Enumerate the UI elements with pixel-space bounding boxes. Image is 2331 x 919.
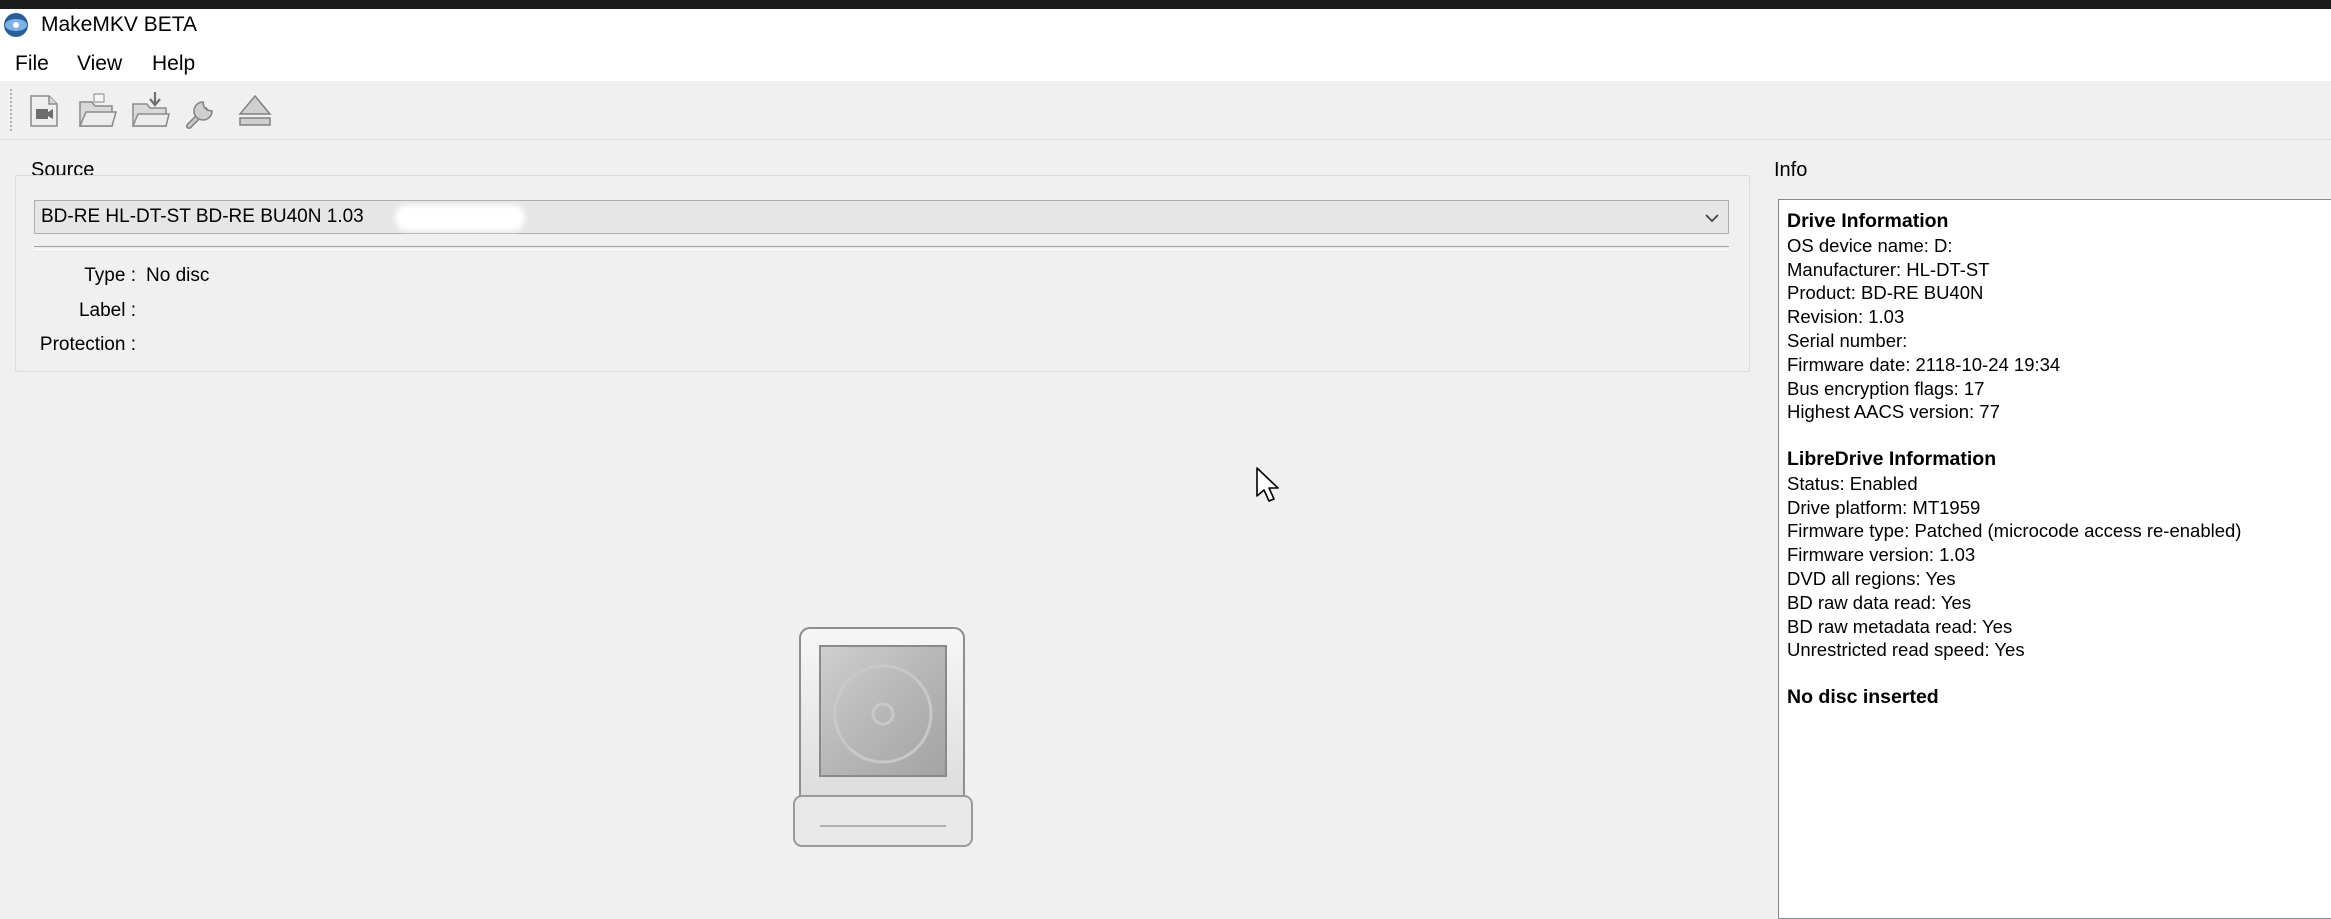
info-line: Unrestricted read speed: Yes [1787, 639, 2025, 661]
mouse-cursor-icon [1256, 467, 1279, 502]
title-bar: MakeMKV BETA [0, 9, 2331, 45]
libredrive-info-heading: LibreDrive Information [1787, 447, 1997, 470]
open-files-icon [30, 95, 58, 127]
info-text-panel: Drive Information OS device name: D: Man… [1778, 199, 2331, 919]
info-line: Status: Enabled [1787, 472, 1918, 494]
chevron-down-icon [1705, 214, 1719, 223]
menu-help[interactable]: Help [150, 50, 197, 78]
window-title: MakeMKV BETA [41, 13, 197, 36]
menu-view[interactable]: View [75, 50, 124, 78]
drive-select-value: BD-RE HL-DT-ST BD-RE BU40N 1.03 [41, 206, 364, 227]
save-backup-icon [131, 92, 170, 127]
toolbar-grip [10, 89, 15, 131]
info-group-label: Info [1774, 159, 1808, 181]
redacted-serial-mark [395, 205, 525, 231]
serial-number-label: Serial number: [1787, 329, 1908, 351]
save-backup-button[interactable] [128, 89, 172, 133]
preferences-button[interactable] [180, 89, 224, 133]
drive-select-dropdown[interactable]: BD-RE HL-DT-ST BD-RE BU40N 1.03 [34, 200, 1729, 234]
type-value: No disc [146, 265, 210, 286]
drive-info-heading: Drive Information [1787, 210, 1949, 232]
info-line: OS device name: D: [1787, 234, 1953, 256]
open-files-button[interactable] [22, 89, 66, 133]
top-strip [0, 0, 2331, 9]
empty-drive-icon [793, 627, 973, 847]
toolbar [0, 81, 2331, 140]
makemkv-app-icon [4, 13, 28, 37]
source-separator [34, 246, 1729, 250]
info-line: Highest AACS version: 77 [1787, 401, 2000, 423]
info-line: BD raw data read: Yes [1787, 591, 1972, 613]
redacted-serial-mark [1912, 333, 2053, 352]
info-line: Manufacturer: HL-DT-ST [1787, 258, 1990, 280]
info-line-serial: Serial number: [1787, 329, 2241, 353]
menu-bar: File View Help [0, 45, 2331, 81]
protection-label: Protection : [39, 334, 136, 355]
open-folder-icon [78, 93, 117, 127]
preferences-wrench-icon [186, 101, 213, 129]
menu-file[interactable]: File [13, 50, 51, 78]
info-line: Firmware date: 2118-10-24 19:34 [1787, 353, 2061, 375]
open-folder-button[interactable] [75, 89, 119, 133]
type-label: Type : [84, 265, 136, 286]
eject-icon [238, 94, 272, 126]
info-line: BD raw metadata read: Yes [1787, 615, 2013, 637]
info-line: Firmware type: Patched (microcode access… [1787, 520, 2242, 542]
info-line: Product: BD-RE BU40N [1787, 282, 1984, 304]
info-line: Bus encryption flags: 17 [1787, 377, 1985, 399]
info-line: Revision: 1.03 [1787, 306, 1905, 328]
eject-button[interactable] [233, 89, 277, 133]
disc-status-text: No disc inserted [1787, 685, 1939, 708]
info-line: Firmware version: 1.03 [1787, 544, 1976, 566]
label-label: Label : [78, 300, 136, 321]
info-line: Drive platform: MT1959 [1787, 496, 1981, 518]
info-line: DVD all regions: Yes [1787, 567, 1956, 589]
